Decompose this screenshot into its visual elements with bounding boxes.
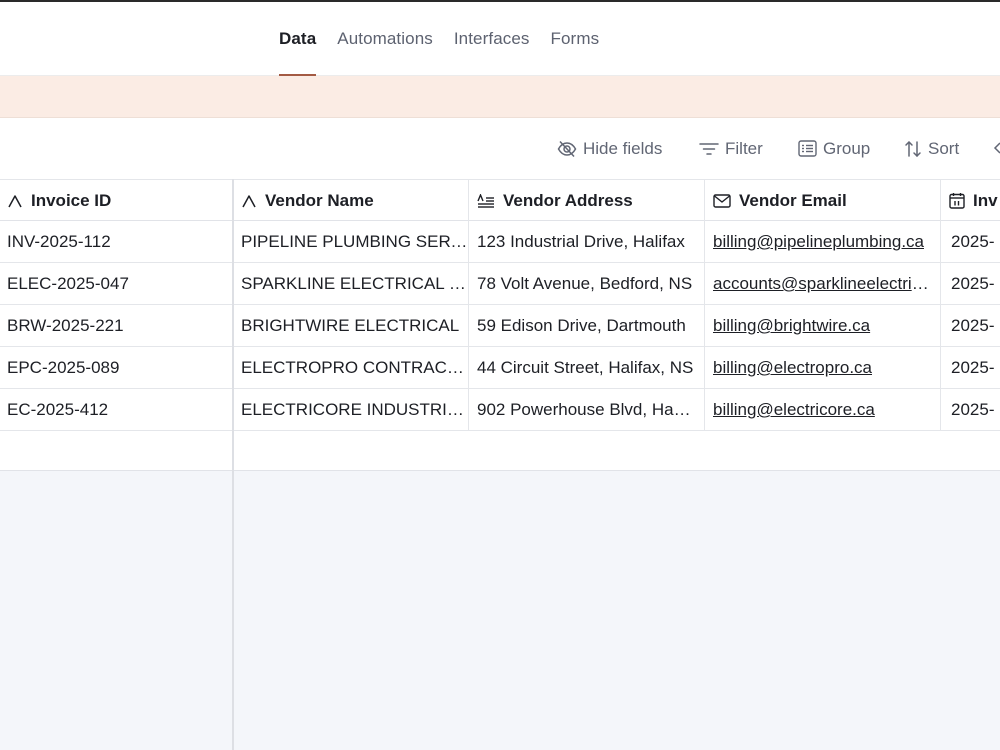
notice-banner [0, 76, 1000, 118]
eye-slash-icon [557, 140, 577, 157]
column-label: Invoice ID [31, 190, 112, 210]
column-label: Vendor Name [265, 190, 374, 210]
tab-forms[interactable]: Forms [551, 2, 600, 76]
calendar-icon [949, 193, 965, 209]
invoice-date-cell[interactable]: 2025- [941, 305, 1000, 346]
vendor-name-cell[interactable]: SPARKLINE ELECTRICAL SERVICES [234, 263, 469, 304]
vendor-name-cell[interactable]: ELECTRICORE INDUSTRIES [234, 389, 469, 430]
vendor-address-cell[interactable]: 123 Industrial Drive, Halifax [469, 221, 705, 262]
invoice-id-cell[interactable]: EC-2025-412 [7, 389, 232, 430]
table-row[interactable]: INV-2025-112 PIPELINE PLUMBING SERVICES … [0, 221, 1000, 263]
vendor-email-link[interactable]: billing@pipelineplumbing.ca [705, 221, 941, 262]
vendor-email-link[interactable]: billing@electropro.ca [705, 347, 941, 388]
tab-automations[interactable]: Automations [337, 2, 433, 76]
filter-label: Filter [725, 138, 763, 158]
invoice-date-cell[interactable]: 2025- [941, 347, 1000, 388]
filter-button[interactable]: Filter [699, 118, 763, 179]
invoice-date-cell[interactable]: 2025- [941, 389, 1000, 430]
invoice-date-cell[interactable]: 2025- [941, 263, 1000, 304]
hide-fields-label: Hide fields [583, 138, 663, 158]
column-label: Inv [973, 190, 998, 210]
more-toolbar-button[interactable] [992, 118, 1000, 179]
vendor-email-link[interactable]: accounts@sparklineelectrical.ca [705, 263, 941, 304]
column-header-vendor-name[interactable]: Vendor Name [234, 180, 469, 221]
table-row[interactable]: BRW-2025-221 BRIGHTWIRE ELECTRICAL 59 Ed… [0, 305, 1000, 347]
text-type-icon [8, 194, 22, 207]
column-header-invoice-id[interactable]: Invoice ID [7, 180, 232, 221]
vendor-address-cell[interactable]: 59 Edison Drive, Dartmouth [469, 305, 705, 346]
view-toolbar: Hide fields Filter Group Sort [0, 118, 1000, 179]
group-list-icon [798, 140, 817, 157]
column-header-vendor-email[interactable]: Vendor Email [705, 180, 941, 221]
table-row[interactable]: EPC-2025-089 ELECTROPRO CONTRACTING 44 C… [0, 347, 1000, 389]
invoice-date-cell[interactable]: 2025- [941, 221, 1000, 262]
hide-fields-button[interactable]: Hide fields [557, 118, 662, 179]
group-label: Group [823, 138, 871, 158]
vendor-address-cell[interactable]: 902 Powerhouse Blvd, Halifax [469, 389, 705, 430]
email-icon [713, 193, 731, 208]
vendor-address-cell[interactable]: 78 Volt Avenue, Bedford, NS [469, 263, 705, 304]
column-label: Vendor Address [503, 190, 633, 210]
tab-data[interactable]: Data [279, 2, 317, 77]
data-grid: Invoice ID Vendor Name Vendor Address Ve… [0, 179, 1000, 750]
column-header-vendor-address[interactable]: Vendor Address [469, 180, 705, 221]
frozen-column-divider[interactable] [232, 179, 234, 750]
tab-interfaces[interactable]: Interfaces [454, 2, 530, 76]
filter-icon [699, 142, 719, 155]
sort-button[interactable]: Sort [904, 118, 959, 179]
vendor-name-cell[interactable]: ELECTROPRO CONTRACTING [234, 347, 469, 388]
vendor-name-cell[interactable]: BRIGHTWIRE ELECTRICAL [234, 305, 469, 346]
paint-icon [993, 141, 1000, 154]
invoice-id-cell[interactable]: EPC-2025-089 [7, 347, 232, 388]
column-header-invoice-date[interactable]: Inv [941, 180, 1000, 221]
group-button[interactable]: Group [798, 118, 870, 179]
long-text-icon [477, 193, 494, 208]
invoice-id-cell[interactable]: ELEC-2025-047 [7, 263, 232, 304]
text-type-icon [242, 194, 256, 207]
invoice-id-cell[interactable]: BRW-2025-221 [7, 305, 232, 346]
invoice-id-cell[interactable]: INV-2025-112 [7, 221, 232, 262]
vendor-name-cell[interactable]: PIPELINE PLUMBING SERVICES [234, 221, 469, 262]
sort-label: Sort [928, 138, 960, 158]
table-row[interactable]: ELEC-2025-047 SPARKLINE ELECTRICAL SERVI… [0, 263, 1000, 305]
vendor-email-link[interactable]: billing@brightwire.ca [705, 305, 941, 346]
column-header-row: Invoice ID Vendor Name Vendor Address Ve… [0, 179, 1000, 221]
table-row[interactable]: EC-2025-412 ELECTRICORE INDUSTRIES 902 P… [0, 389, 1000, 431]
sort-arrows-icon [905, 140, 921, 157]
add-record-row[interactable] [0, 431, 1000, 471]
top-navigation-bar: Data Automations Interfaces Forms [0, 0, 1000, 77]
vendor-email-link[interactable]: billing@electricore.ca [705, 389, 941, 430]
vendor-address-cell[interactable]: 44 Circuit Street, Halifax, NS [469, 347, 705, 388]
view-tabs: Data Automations Interfaces Forms [279, 2, 620, 77]
column-label: Vendor Email [739, 190, 847, 210]
